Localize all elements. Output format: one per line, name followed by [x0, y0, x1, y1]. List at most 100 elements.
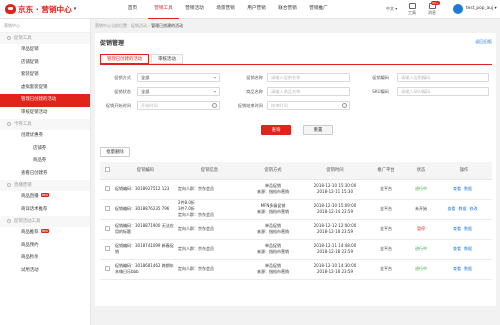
sidebar-section-label: 促销活动工具: [14, 219, 41, 224]
messages-button[interactable]: 99+ 消息: [428, 1, 440, 16]
sidebar-item[interactable]: 商详话术推荐: [0, 204, 90, 217]
promo-type-label: 促销方式: [114, 75, 131, 80]
search-button[interactable]: 查询: [261, 125, 291, 135]
actions-cell: 查看 数据: [436, 239, 492, 260]
sidebar-item[interactable]: 商品直播 NEW: [0, 191, 90, 204]
action-link[interactable]: 查看: [453, 226, 461, 231]
sidebar-item[interactable]: 店铺券: [0, 143, 90, 156]
back-to-old-version-link[interactable]: 返回旧版: [475, 39, 492, 45]
column-header: 促销时间: [304, 162, 366, 180]
new-badge: NEW: [40, 193, 50, 197]
username[interactable]: test_pop_auj ▾: [466, 6, 497, 11]
cell-line: 2018-12-18 23:59: [316, 229, 354, 234]
tab-bar: 管理已创建的活动 审核活动: [100, 54, 185, 64]
tools-button[interactable]: 工具: [408, 3, 416, 16]
sku-name-label: 商品名称: [246, 89, 263, 94]
caret-down-icon[interactable]: ▾: [74, 6, 77, 12]
jd-logo[interactable]: 京东 · 营销中心 ▾: [5, 3, 76, 15]
action-link[interactable]: 数据: [459, 206, 467, 211]
sidebar-item[interactable]: 商品秒杀: [0, 252, 90, 265]
top-nav-item[interactable]: 营销工具: [148, 0, 179, 19]
top-nav-item[interactable]: 首页: [117, 0, 148, 19]
sidebar-item[interactable]: 店铺促销: [0, 57, 90, 70]
promo-info-cell: 定向人群：京东会员: [177, 259, 242, 280]
platform-cell: 全平台: [366, 219, 406, 240]
sidebar-item-label: 店铺券: [33, 145, 47, 151]
sidebar-item-label: 查看已创建券: [21, 170, 48, 176]
row-checkbox[interactable]: [104, 245, 110, 251]
action-link[interactable]: 修改: [470, 206, 478, 211]
top-nav-item[interactable]: 场景营销: [210, 0, 241, 19]
language-switch[interactable]: 中文 ▾: [386, 6, 397, 12]
table-body: 促销编码：3018927512 123 定向人群：京东会员 单品促销 来源：指档市营销…: [100, 179, 492, 280]
sidebar-item[interactable]: 审核促销活动: [0, 107, 90, 120]
sidebar-item[interactable]: 商品券: [0, 155, 90, 168]
action-link[interactable]: 数据: [464, 226, 472, 231]
new-badge: NEW: [40, 229, 50, 233]
promo-table: 促销编码 促销信息 促销方式 促销时间 推广平台 状态 操作 促销编码：3018927512…: [100, 162, 492, 280]
action-link[interactable]: 数据: [464, 246, 472, 251]
column-header: 促销信息: [177, 162, 242, 180]
action-link[interactable]: 查看: [453, 266, 461, 271]
action-link[interactable]: 数据: [464, 266, 472, 271]
promo-type-select[interactable]: 全部 ▾: [137, 73, 220, 82]
section-icon: [7, 182, 11, 187]
action-link[interactable]: 查看: [448, 206, 456, 211]
sku-id-input[interactable]: 请输入SKU编码: [397, 87, 489, 96]
toolbox-icon: [408, 3, 416, 9]
cell-line: 定向人群：京东会员: [178, 266, 214, 271]
sku-name-input[interactable]: 请输入商品名称: [267, 87, 350, 96]
column-header: 操作: [436, 162, 492, 180]
reset-button[interactable]: 重置: [303, 125, 333, 135]
batch-delete-button[interactable]: 批量删除: [100, 147, 130, 157]
sidebar-item-label: 试用活动: [21, 267, 39, 273]
sidebar-item[interactable]: 试用活动: [0, 265, 90, 278]
tab-item[interactable]: 管理已创建的活动: [100, 54, 150, 64]
clock-icon: [212, 103, 217, 108]
sidebar-item[interactable]: 单品促销: [0, 44, 90, 57]
action-link[interactable]: 查看: [453, 186, 461, 191]
promo-id-label: 促销编码: [372, 75, 389, 80]
actions-cell: 查看 数据: [436, 179, 492, 200]
row-checkbox[interactable]: [104, 205, 110, 211]
top-nav-item[interactable]: 营销推广: [303, 0, 334, 19]
end-time-input[interactable]: 结束时间: [267, 101, 350, 110]
sidebar-item-label: 商品推荐: [21, 230, 39, 235]
action-link[interactable]: 数据: [464, 186, 472, 191]
promo-id-input[interactable]: 请输入促销编码: [397, 73, 489, 82]
avatar[interactable]: [453, 4, 463, 14]
sidebar-menu: 促销工具 单品促销 店铺促销 套装促销 虚拟套装促销 管理已创建的活动 审核促销活动 卡券工具…: [0, 33, 90, 277]
sidebar-item[interactable]: 虚拟套装促销: [0, 82, 90, 95]
sidebar-item[interactable]: 商品推荐 NEW: [0, 227, 90, 240]
platform-cell: 全平台: [366, 239, 406, 260]
start-time-input[interactable]: 开始时间: [137, 101, 220, 110]
sidebar-item-label: 套装促销: [21, 72, 39, 77]
sidebar-item[interactable]: 查看已创建券: [0, 168, 90, 181]
row-checkbox[interactable]: [104, 265, 110, 271]
sidebar-item[interactable]: 套装促销: [0, 69, 90, 82]
jd-dog-icon: [5, 4, 16, 14]
row-checkbox[interactable]: [104, 225, 110, 231]
promo-status-select[interactable]: 全部 ▾: [137, 87, 220, 96]
top-nav-item[interactable]: 联合营销: [272, 0, 303, 19]
top-nav-item[interactable]: 营销活动: [179, 0, 210, 19]
cell-line: 来源：指档市营销: [257, 209, 289, 214]
promo-time-cell: 2018-12-10 15:09:00 2018-12-14 23:59: [304, 199, 366, 220]
cell-line: 来源：指档市营销: [257, 189, 289, 194]
column-header: 促销方式: [242, 162, 304, 180]
action-link[interactable]: 查看: [453, 246, 461, 251]
promo-status-label: 促销状态: [114, 89, 131, 94]
breadcrumb-link[interactable]: 促销活动 ›: [131, 23, 151, 28]
sidebar-item[interactable]: 管理已创建的活动: [0, 94, 90, 107]
select-all-checkbox[interactable]: [104, 166, 110, 172]
platform-cell: 全平台: [366, 179, 406, 200]
end-time-label: 促销结束时间: [237, 103, 263, 108]
top-nav-item[interactable]: 用户营销: [241, 0, 272, 19]
section-icon: [7, 35, 11, 40]
sidebar-item-label: 审核促销活动: [21, 109, 48, 115]
row-checkbox[interactable]: [104, 185, 110, 191]
promo-name-input[interactable]: 请输入促销名称: [267, 73, 350, 82]
tab-item[interactable]: 审核活动: [151, 54, 183, 64]
sidebar-item[interactable]: 创建优惠券: [0, 130, 90, 143]
sidebar-item[interactable]: 商品预约: [0, 240, 90, 253]
